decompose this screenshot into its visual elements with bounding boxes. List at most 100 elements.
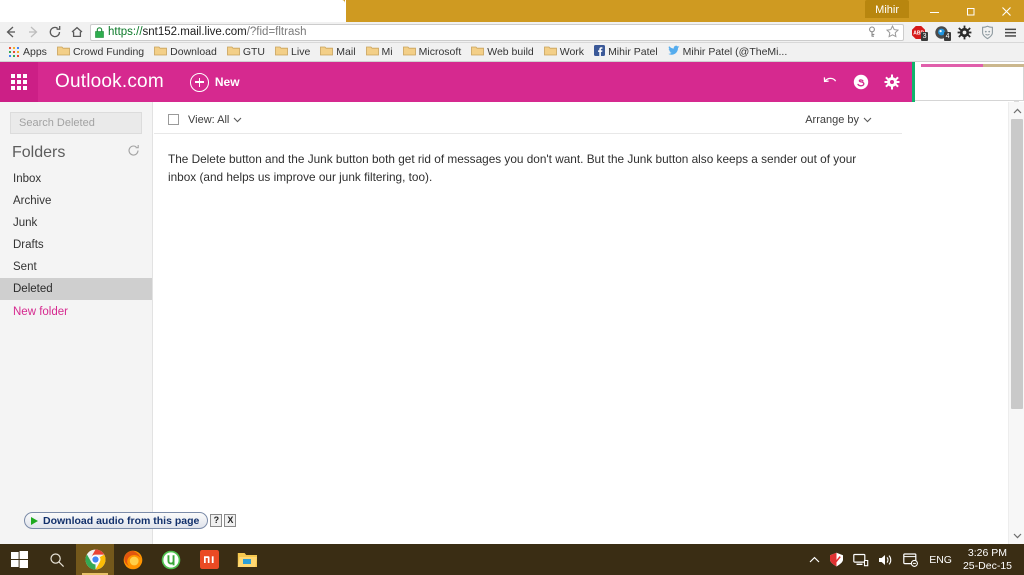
- search-icon[interactable]: [38, 544, 76, 575]
- folder-icon: [320, 45, 334, 59]
- bookmark-web-build[interactable]: Web build: [466, 43, 539, 61]
- download-widget-close-button[interactable]: X: [224, 514, 237, 527]
- download-audio-button[interactable]: Download audio from this page: [24, 512, 209, 529]
- key-icon[interactable]: [868, 25, 880, 41]
- sidebar-item-label: Archive: [13, 195, 52, 207]
- bookmark-live[interactable]: Live: [270, 43, 315, 61]
- bookmark-label: Mi: [381, 46, 393, 58]
- video-downloader-icon[interactable]: 4: [931, 22, 951, 43]
- bookmark-label: Microsoft: [418, 46, 462, 58]
- browser-tab[interactable]: [0, 0, 346, 22]
- extension-badge: 3: [921, 31, 928, 41]
- chevron-down-icon: [863, 114, 872, 126]
- volume-icon[interactable]: [878, 553, 894, 567]
- utorrent-icon[interactable]: [152, 544, 190, 575]
- sidebar-item-sent[interactable]: Sent: [0, 256, 152, 278]
- close-icon[interactable]: [988, 0, 1024, 22]
- settings-gear-icon[interactable]: [884, 74, 900, 90]
- antivirus-shield-icon[interactable]: [829, 552, 844, 567]
- privacy-shield-icon[interactable]: [977, 22, 997, 43]
- outlook-brand[interactable]: Outlook.com: [55, 71, 164, 93]
- sidebar-item-label: Deleted: [13, 283, 53, 295]
- browser-toolbar: https://snt152.mail.live.com/?fid=fltras…: [0, 22, 1024, 43]
- resize-handle[interactable]: [1011, 92, 1019, 105]
- adblock-plus-icon[interactable]: ABP 3: [908, 22, 928, 43]
- sidebar-item-deleted[interactable]: Deleted: [0, 278, 152, 300]
- show-hidden-icons-chevron-icon[interactable]: [809, 556, 820, 564]
- start-button[interactable]: [0, 544, 38, 575]
- sidebar-item-inbox[interactable]: Inbox: [0, 168, 152, 190]
- extension-buttons: ABP 3 4: [908, 22, 1024, 43]
- folders-title: Folders: [12, 144, 66, 161]
- view-filter-dropdown[interactable]: View: All: [188, 114, 242, 126]
- new-folder-button[interactable]: New folder: [0, 301, 152, 323]
- file-explorer-icon[interactable]: [228, 544, 266, 575]
- arrange-by-dropdown[interactable]: Arrange by: [805, 114, 884, 126]
- skype-icon[interactable]: [853, 74, 869, 90]
- search-deleted-box[interactable]: [10, 112, 176, 134]
- select-all-checkbox[interactable]: [168, 114, 179, 125]
- forward-icon[interactable]: [22, 22, 44, 43]
- bookmark-gtu[interactable]: GTU: [222, 43, 270, 61]
- page-scrollbar[interactable]: [1008, 102, 1024, 544]
- window-controls: [916, 0, 1024, 22]
- language-indicator[interactable]: ENG: [927, 554, 954, 566]
- system-tray: ENG 3:26 PM 25-Dec-15: [809, 547, 1024, 573]
- empty-folder-tip: The Delete button and the Junk button bo…: [168, 152, 857, 184]
- undo-icon[interactable]: [823, 75, 838, 89]
- bookmark-crowd-funding[interactable]: Crowd Funding: [52, 43, 149, 61]
- chevron-down-icon: [233, 114, 242, 126]
- search-input[interactable]: [17, 116, 163, 130]
- minimize-icon[interactable]: [916, 0, 952, 22]
- folder-icon: [154, 45, 168, 59]
- clock[interactable]: 3:26 PM 25-Dec-15: [963, 547, 1016, 573]
- reload-icon[interactable]: [44, 22, 66, 43]
- floating-popup-panel[interactable]: [912, 64, 1024, 105]
- chrome-icon[interactable]: [76, 544, 114, 575]
- url-host: snt152.mail.live.com: [142, 26, 247, 38]
- facebook-icon: [594, 45, 606, 59]
- clock-time: 3:26 PM: [967, 546, 1008, 559]
- download-widget-help-button[interactable]: ?: [210, 514, 223, 527]
- waffle-grid: [11, 74, 27, 90]
- scrollbar-track[interactable]: [1009, 119, 1024, 527]
- action-center-icon[interactable]: [903, 552, 919, 567]
- settings-gear-icon[interactable]: [954, 22, 974, 43]
- maximize-icon[interactable]: [952, 0, 988, 22]
- home-icon[interactable]: [66, 22, 88, 43]
- sidebar-item-archive[interactable]: Archive: [0, 190, 152, 212]
- back-icon[interactable]: [0, 22, 22, 43]
- firefox-icon[interactable]: [114, 544, 152, 575]
- scroll-down-icon[interactable]: [1009, 527, 1024, 544]
- scroll-up-icon[interactable]: [1009, 102, 1024, 119]
- sidebar-item-junk[interactable]: Junk: [0, 212, 152, 234]
- bookmark-mail[interactable]: Mail: [315, 43, 360, 61]
- folder-icon: [57, 45, 70, 59]
- bookmark-download[interactable]: Download: [149, 43, 222, 61]
- network-icon[interactable]: [853, 553, 869, 567]
- apps-grid-icon: [9, 46, 20, 58]
- bookmark-microsoft[interactable]: Microsoft: [398, 43, 467, 61]
- bookmark-facebook-mihir-patel[interactable]: Mihir Patel: [589, 43, 663, 61]
- chrome-menu-icon[interactable]: [1000, 22, 1020, 43]
- sidebar-item-drafts[interactable]: Drafts: [0, 234, 152, 256]
- bookmark-twitter-mihir-patel[interactable]: Mihir Patel (@TheMi...: [663, 43, 793, 61]
- bookmark-apps[interactable]: Apps: [4, 43, 52, 61]
- sidebar-item-label: Sent: [13, 261, 37, 273]
- bookmark-work[interactable]: Work: [539, 43, 589, 61]
- new-mail-button[interactable]: New: [189, 72, 240, 92]
- tab-strip: Mihir: [0, 0, 1024, 22]
- folder-icon: [226, 45, 240, 59]
- bookmark-label: Mail: [336, 46, 356, 58]
- star-icon[interactable]: [885, 24, 900, 41]
- list-toolbar: View: All Arrange by: [154, 106, 902, 134]
- scrollbar-thumb[interactable]: [1011, 119, 1023, 409]
- app-launcher-waffle-icon[interactable]: [0, 62, 38, 102]
- refresh-icon[interactable]: [127, 144, 140, 162]
- url-scheme: https://: [108, 26, 143, 38]
- bookmark-mi[interactable]: Mi: [361, 43, 398, 61]
- address-bar[interactable]: https://snt152.mail.live.com/?fid=fltras…: [90, 23, 904, 41]
- window-profile-button[interactable]: Mihir: [865, 0, 909, 18]
- lock-icon: [95, 26, 104, 38]
- mi-icon[interactable]: [190, 544, 228, 575]
